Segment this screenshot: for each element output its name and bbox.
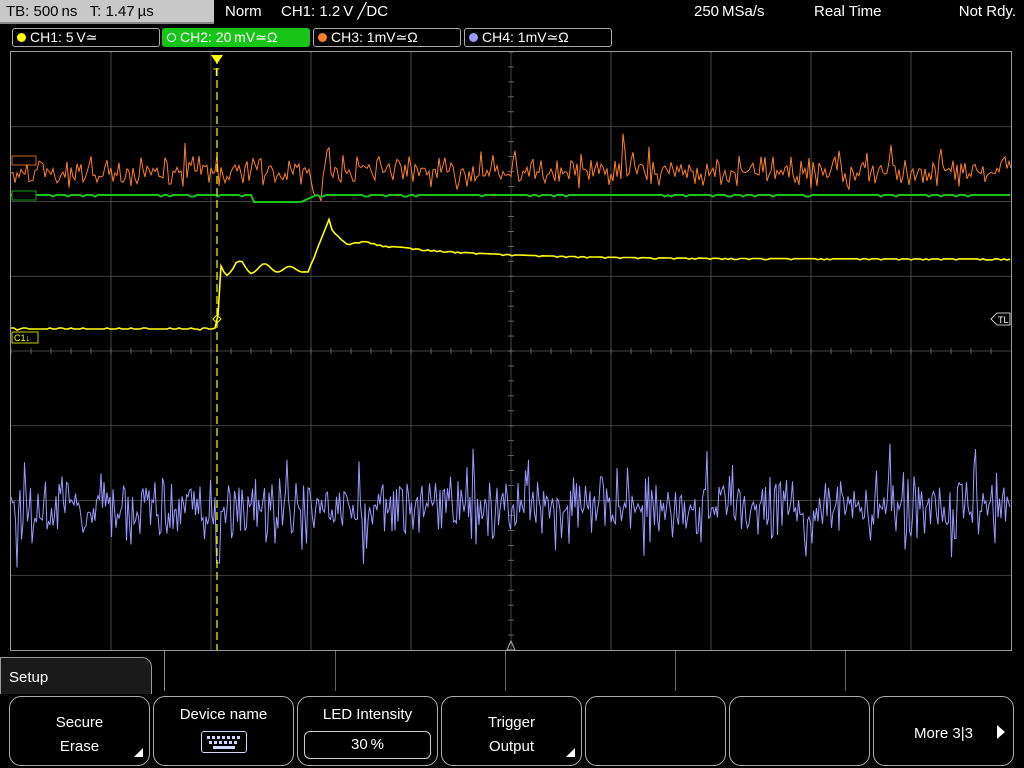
submenu-indicator-icon: [566, 748, 575, 757]
info-cell-4: [676, 651, 846, 691]
ch2-offset-marker: [11, 190, 37, 201]
waveform-display[interactable]: T C1↓ TL: [10, 51, 1012, 651]
info-cell-5: [846, 651, 1013, 691]
ch3-offset-marker: [11, 155, 37, 166]
info-cell-1: [165, 651, 336, 691]
submenu-indicator-icon: [134, 748, 143, 757]
device-name-label: Device name: [179, 706, 268, 723]
secure-erase-line1: Secure: [55, 714, 104, 731]
menu-title: Setup: [9, 669, 49, 686]
info-cell-3: [506, 651, 676, 691]
ch4-color-dot: [469, 33, 478, 42]
ch2-trace: [11, 193, 1010, 203]
ch3-label: CH3: 1mV≃Ω: [331, 29, 418, 45]
softkey-empty-5[interactable]: [585, 696, 726, 766]
trigger-position-marker: [211, 55, 223, 64]
lower-info-bar: [164, 651, 1013, 691]
channel-tab-ch2[interactable]: CH2: 20 mV≃Ω: [162, 28, 310, 47]
led-intensity-label: LED Intensity: [322, 706, 413, 723]
ch1-ground-label: C1↓: [14, 333, 30, 343]
trigger-status: Not Rdy.: [958, 3, 1016, 20]
more-button[interactable]: More 3|3: [873, 696, 1014, 766]
right-arrow-icon: [997, 725, 1005, 739]
trigger-output-line1: Trigger: [488, 714, 535, 731]
waveform-canvas: T C1↓ TL: [11, 52, 1011, 650]
ch2-label: CH2: 20 mV≃Ω: [180, 29, 278, 45]
menu-title-tab: Setup: [0, 657, 152, 697]
ch2-color-dot: [167, 33, 176, 42]
ch3-color-dot: [318, 33, 327, 42]
trigger-mode[interactable]: Norm: [225, 0, 262, 24]
trigger-level-label: TL: [998, 315, 1009, 325]
led-intensity-value: 30 %: [304, 731, 431, 759]
secure-erase-button[interactable]: Secure Erase: [9, 696, 150, 766]
graticule-grid: [11, 52, 1011, 650]
channel-tab-ch1[interactable]: CH1: 5 V≃: [12, 28, 160, 47]
ch4-label: CH4: 1mV≃Ω: [482, 29, 569, 45]
trigger-output-line2: Output: [488, 738, 535, 755]
led-intensity-button[interactable]: LED Intensity 30 %: [297, 696, 438, 766]
ch1-label: CH1: 5 V≃: [30, 29, 98, 45]
ch1-trace: [11, 217, 1011, 331]
keyboard-icon: [200, 731, 247, 753]
timebase-value: TB: 500 ns: [6, 3, 78, 20]
trigger-time-value: T: 1.47 µs: [89, 3, 154, 20]
ch4-trace: [11, 443, 1011, 568]
device-name-button[interactable]: Device name: [153, 696, 294, 766]
secure-erase-line2: Erase: [59, 738, 100, 755]
ch1-color-dot: [17, 33, 26, 42]
channel-bar: CH1: 5 V≃ CH2: 20 mV≃Ω CH3: 1mV≃Ω CH4: 1…: [0, 26, 1024, 50]
timebase-box[interactable]: TB: 500 ns T: 1.47 µs: [0, 0, 214, 24]
softkey-empty-6[interactable]: [729, 696, 870, 766]
sample-rate: 250 MSa/s: [694, 3, 765, 20]
more-label: More 3|3: [914, 725, 973, 742]
channel-tab-ch3[interactable]: CH3: 1mV≃Ω: [313, 28, 461, 47]
info-cell-2: [336, 651, 506, 691]
acquisition-mode: Real Time: [814, 3, 882, 20]
trigger-position-label: T: [213, 67, 220, 79]
trigger-output-button[interactable]: Trigger Output: [441, 696, 582, 766]
channel-tab-ch4[interactable]: CH4: 1mV≃Ω: [464, 28, 612, 47]
softkey-bar: Secure Erase Device name LED Intensity 3…: [0, 694, 1024, 768]
trigger-info[interactable]: CH1: 1.2 V ╱DC: [281, 0, 388, 24]
status-bar: TB: 500 ns T: 1.47 µs Norm CH1: 1.2 V ╱D…: [0, 0, 1024, 26]
